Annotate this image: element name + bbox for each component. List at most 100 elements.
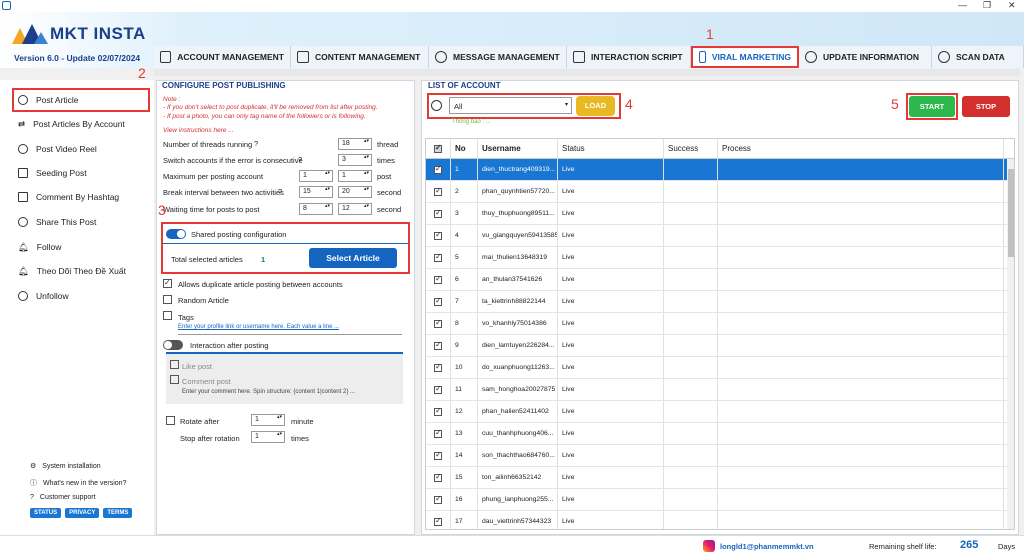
row-select-cell[interactable] [426,181,451,202]
table-row[interactable]: 17dau_viettrinh57344323Live [426,511,1014,529]
system-installation-link[interactable]: ⚙ System installation [30,462,101,471]
random-checkbox[interactable] [163,295,172,304]
row-select-cell[interactable] [426,511,451,529]
row-checkbox[interactable] [434,450,442,460]
row-checkbox[interactable] [434,274,442,284]
refresh-icon[interactable] [431,100,442,111]
table-scrollbar[interactable] [1007,159,1014,529]
sidebar-item-follow[interactable]: 🔔︎ Follow [0,235,154,259]
table-row[interactable]: 4vu_giangquyen59413585Live [426,225,1014,247]
account-filter-select[interactable]: All ▾ [449,97,572,114]
start-button[interactable]: START [909,96,955,117]
like-checkbox[interactable] [170,360,179,369]
row-checkbox[interactable] [434,428,442,438]
row-checkbox[interactable] [434,164,442,174]
tab-content-management[interactable]: CONTENT MANAGEMENT [291,46,429,68]
table-row[interactable]: 10do_xuanphuong11263...Live [426,357,1014,379]
dup-checkbox[interactable] [163,278,172,288]
sidebar-item-comment-hashtag[interactable]: Comment By Hashtag [0,185,154,209]
sidebar-item-post-video-reel[interactable]: Post Video Reel [0,137,154,161]
row-checkbox[interactable] [434,494,442,504]
comment-checkbox[interactable] [170,375,179,384]
view-instructions-link[interactable]: View instructions here ... [163,127,234,134]
break-to-input[interactable]: 20 [338,186,372,198]
rotate-input[interactable]: 1 [251,414,285,426]
customer-support-link[interactable]: ? Customer support [30,494,96,501]
table-row[interactable]: 8vo_khanhly75014386Live [426,313,1014,335]
interaction-toggle[interactable] [163,340,183,350]
table-row[interactable]: 13cuu_thanhphuong406...Live [426,423,1014,445]
select-all-cell[interactable] [426,139,451,158]
row-select-cell[interactable] [426,291,451,312]
row-checkbox[interactable] [434,252,442,262]
table-row[interactable]: 7ta_kiettrinh88822144Live [426,291,1014,313]
shared-config-toggle[interactable] [166,229,186,239]
threads-input[interactable]: 18 [338,138,372,150]
row-checkbox[interactable] [434,384,442,394]
row-select-cell[interactable] [426,313,451,334]
sidebar-item-theo-doi[interactable]: 🔔︎ Theo Dõi Theo Đề Xuất [0,259,154,283]
close-icon[interactable]: ✕ [1008,0,1016,11]
table-row[interactable]: 11sam_honghoa20027875Live [426,379,1014,401]
wait-from-input[interactable]: 8 [299,203,333,215]
tab-scrollbar[interactable] [154,69,1020,76]
table-row[interactable]: 15ton_ailinh66352142Live [426,467,1014,489]
select-all-checkbox[interactable] [434,143,442,153]
row-select-cell[interactable] [426,269,451,290]
sidebar-item-post-article[interactable]: Post Article [12,88,150,112]
restore-icon[interactable]: ❐ [983,0,991,11]
terms-button[interactable]: TERMS [103,508,133,518]
row-select-cell[interactable] [426,247,451,268]
row-checkbox[interactable] [434,362,442,372]
tab-scan-data[interactable]: SCAN DATA [932,46,1024,68]
tab-viral-marketing[interactable]: VIRAL MARKETING [691,46,799,68]
row-select-cell[interactable] [426,225,451,246]
break-from-input[interactable]: 15 [299,186,333,198]
row-select-cell[interactable] [426,445,451,466]
sidebar-item-unfollow[interactable]: Unfollow [0,284,154,308]
table-row[interactable]: 1dien_thuctrang409319...Live [426,159,1014,181]
tab-message-management[interactable]: MESSAGE MANAGEMENT [429,46,567,68]
table-row[interactable]: 3thuy_thuphuong89511...Live [426,203,1014,225]
tab-update-information[interactable]: UPDATE INFORMATION [799,46,932,68]
row-checkbox[interactable] [434,186,442,196]
row-select-cell[interactable] [426,401,451,422]
load-button[interactable]: LOAD [576,96,615,116]
tags-input[interactable]: Enter your profile link or username here… [178,324,339,330]
row-select-cell[interactable] [426,379,451,400]
tab-account-management[interactable]: ACCOUNT MANAGEMENT [154,46,291,68]
row-select-cell[interactable] [426,159,451,180]
sidebar-item-share-post[interactable]: Share This Post [0,210,154,234]
rotate-checkbox[interactable] [166,416,175,425]
table-row[interactable]: 14son_thachthao684760...Live [426,445,1014,467]
scrollbar-thumb[interactable] [1008,169,1014,257]
row-checkbox[interactable] [434,406,442,416]
row-checkbox[interactable] [434,230,442,240]
tags-checkbox[interactable] [163,311,172,320]
stop-after-input[interactable]: 1 [251,431,285,443]
table-row[interactable]: 2phan_quynhtien57720...Live [426,181,1014,203]
max-from-input[interactable]: 1 [299,170,333,182]
max-to-input[interactable]: 1 [338,170,372,182]
whats-new-link[interactable]: ⓘ What's new in the version? [30,478,126,488]
row-select-cell[interactable] [426,335,451,356]
row-select-cell[interactable] [426,423,451,444]
stop-button[interactable]: STOP [962,96,1010,117]
wait-to-input[interactable]: 12 [338,203,372,215]
row-checkbox[interactable] [434,472,442,482]
table-row[interactable]: 12phan_halien52411402Live [426,401,1014,423]
table-row[interactable]: 16phung_lanphuong255...Live [426,489,1014,511]
switch-input[interactable]: 3 [338,154,372,166]
row-checkbox[interactable] [434,340,442,350]
row-select-cell[interactable] [426,357,451,378]
sidebar-item-post-by-account[interactable]: ⇄ Post Articles By Account [0,112,154,136]
table-row[interactable]: 9dien_lamtuyen226284...Live [426,335,1014,357]
row-select-cell[interactable] [426,203,451,224]
select-article-button[interactable]: Select Article [309,248,397,268]
privacy-button[interactable]: PRIVACY [65,508,100,518]
status-button[interactable]: STATUS [30,508,62,518]
row-checkbox[interactable] [434,296,442,306]
comment-input[interactable]: Enter your comment here. Spin structure:… [182,389,355,395]
minimize-icon[interactable]: — [958,0,967,10]
row-select-cell[interactable] [426,489,451,510]
